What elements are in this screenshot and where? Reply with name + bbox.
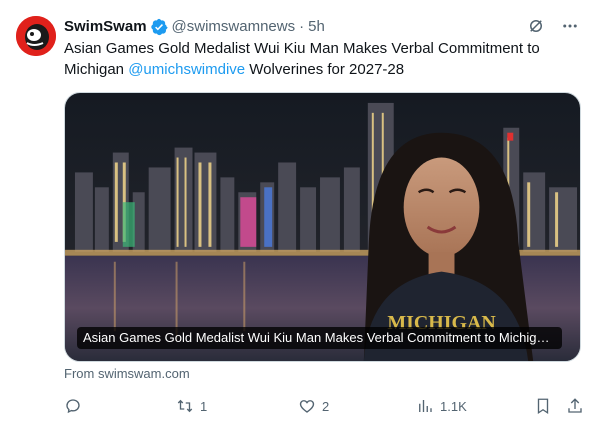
repost-icon (177, 399, 193, 413)
repost-button[interactable]: 1 (176, 394, 207, 418)
reply-button[interactable] (64, 394, 88, 418)
handle[interactable]: @swimswamnews (172, 17, 296, 37)
repost-count: 1 (200, 398, 208, 414)
like-count: 2 (322, 398, 330, 414)
card-caption: Asian Games Gold Medalist Wui Kiu Man Ma… (77, 327, 562, 349)
share-icon (568, 398, 582, 413)
views-button[interactable]: 1.1K (416, 394, 467, 418)
separator-dot: · (299, 18, 305, 35)
tweet-text: Asian Games Gold Medalist Wui Kiu Man Ma… (64, 38, 574, 80)
verified-badge-icon (150, 18, 168, 36)
avatar[interactable] (16, 16, 56, 56)
share-button[interactable] (566, 394, 584, 418)
swimswam-logo-icon (16, 16, 56, 56)
views-count: 1.1K (440, 398, 467, 414)
tweet-text-after: Wolverines for 2027-28 (245, 61, 405, 78)
action-bar: 1 2 1.1K (64, 394, 586, 418)
card-image: MICHIGAN (65, 93, 580, 361)
like-button[interactable]: 2 (298, 394, 329, 418)
link-card[interactable]: MICHIGAN Asian Games Gold Medalist Wui K… (64, 92, 581, 362)
tweet-header: SwimSwam @swimswamnews · 5h (64, 16, 580, 38)
like-icon (299, 400, 315, 413)
bookmark-button[interactable] (534, 394, 552, 418)
views-icon (419, 400, 432, 412)
display-name[interactable]: SwimSwam (64, 17, 147, 37)
tweet[interactable]: SwimSwam @swimswamnews · 5h Asian Games … (0, 0, 596, 426)
more-icon[interactable] (560, 16, 580, 36)
header-icons (526, 16, 580, 36)
reply-icon (66, 399, 80, 414)
card-source[interactable]: From swimswam.com (64, 366, 190, 382)
mention-link[interactable]: @umichswimdive (128, 61, 245, 78)
timestamp[interactable]: 5h (308, 17, 325, 37)
grok-icon[interactable] (526, 16, 546, 36)
bookmark-icon (537, 398, 549, 415)
